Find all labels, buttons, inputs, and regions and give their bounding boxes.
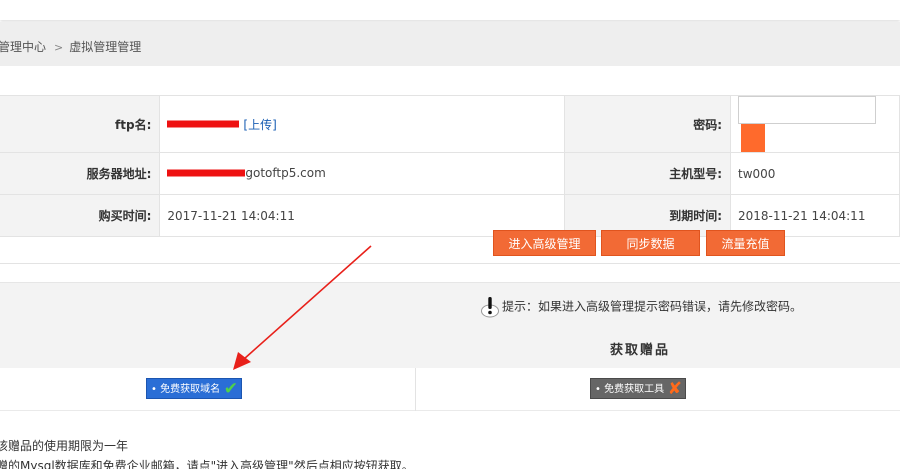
x-icon: ✘ — [667, 379, 682, 399]
top-bar — [0, 0, 900, 20]
note-line-2: 赠的Mysql数据库和免费企业邮箱，请点"进入高级管理"然后点相应按钮获取。 — [0, 459, 414, 469]
notes: 该赠品的使用期限为一年 赠的Mysql数据库和免费企业邮箱，请点"进入高级管理"… — [0, 436, 414, 469]
tip-text: 提示：如果进入高级管理提示密码错误，请先修改密码。 — [502, 299, 803, 314]
server-address-label: 服务器地址: — [0, 152, 161, 195]
host-model-label: 主机型号: — [564, 152, 731, 195]
breadcrumb-separator-icon: > — [54, 41, 64, 54]
server-address-suffix: gotoftp5.com — [245, 166, 326, 181]
advanced-management-button[interactable]: 进入高级管理 — [493, 230, 596, 256]
ftp-name-label: ftp名: — [0, 95, 161, 153]
exclamation-icon — [480, 295, 500, 319]
host-model-value: tw000 — [730, 152, 900, 195]
gift-section-title: 获取赠品 — [610, 343, 671, 358]
password-label: 密码: — [564, 95, 731, 153]
check-icon: ✔ — [223, 379, 238, 399]
server-address-cell: gotoftp5.com — [159, 152, 566, 195]
breadcrumb: 管理中心 > 虚拟管理管理 — [0, 38, 141, 55]
password-cell — [730, 95, 900, 153]
upload-link[interactable]: [上传] — [243, 118, 276, 132]
action-button-row: 进入高级管理 同步数据 流量充值 — [0, 222, 900, 264]
sync-data-button[interactable]: 同步数据 — [601, 230, 700, 256]
note-line-1: 该赠品的使用期限为一年 — [0, 439, 129, 453]
free-domain-gift-button[interactable]: • 免费获取域名 ✔ — [146, 378, 242, 399]
table-row: ftp名: [上传] 密码: — [0, 95, 900, 153]
redacted-ftp-name — [167, 118, 239, 132]
gift-divider — [415, 368, 416, 411]
free-tool-gift-label: • 免费获取工具 — [595, 384, 665, 395]
password-submit-button[interactable] — [741, 124, 765, 152]
host-info-table: ftp名: [上传] 密码: 服务器地址: gotoftp5.com 主机型号:… — [0, 95, 900, 237]
breadcrumb-current: 虚拟管理管理 — [69, 40, 142, 54]
ftp-name-cell: [上传] — [159, 95, 566, 153]
redacted-server-prefix — [167, 167, 245, 181]
tip-message: 提示：如果进入高级管理提示密码错误，请先修改密码。 — [480, 295, 802, 319]
gift-row: • 免费获取域名 ✔ • 免费获取工具 ✘ — [0, 368, 900, 411]
breadcrumb-root[interactable]: 管理中心 — [0, 40, 46, 54]
password-input[interactable] — [738, 96, 876, 124]
breadcrumb-bar: 管理中心 > 虚拟管理管理 — [0, 22, 900, 66]
free-domain-gift-label: • 免费获取域名 — [151, 384, 221, 395]
tip-area: 提示：如果进入高级管理提示密码错误，请先修改密码。 获取赠品 — [0, 282, 900, 368]
traffic-recharge-button[interactable]: 流量充值 — [706, 230, 785, 256]
table-row: 服务器地址: gotoftp5.com 主机型号: tw000 — [0, 152, 900, 195]
free-tool-gift-button[interactable]: • 免费获取工具 ✘ — [590, 378, 686, 399]
